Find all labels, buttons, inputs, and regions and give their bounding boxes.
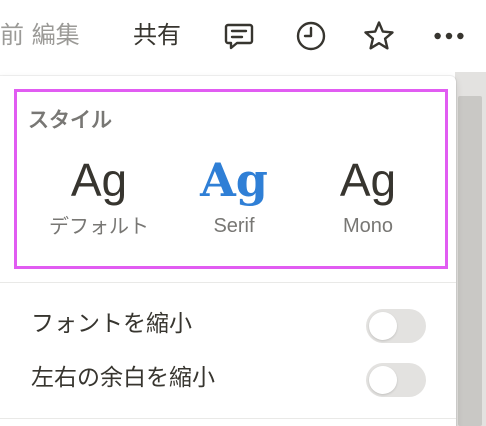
toggle-knob (369, 312, 397, 340)
style-popover: スタイル Ag デフォルト Ag Serif Ag Mono フォントを縮小 左… (0, 76, 456, 426)
style-section: スタイル Ag デフォルト Ag Serif Ag Mono (14, 89, 448, 269)
topbar: 前 編集 共有 (0, 0, 486, 72)
toggle-knob (369, 366, 397, 394)
more-icon[interactable] (431, 18, 467, 54)
setting-row-small-text: フォントを縮小 (0, 298, 456, 350)
font-option-mono[interactable]: Ag Mono (298, 152, 438, 262)
section-divider (0, 282, 456, 283)
more-icon-graphic (434, 32, 464, 40)
font-sample-serif: Ag (200, 153, 268, 207)
clock-icon[interactable] (293, 18, 329, 54)
setting-label-full-width: 左右の余白を縮小 (31, 365, 215, 391)
comment-icon[interactable] (221, 18, 257, 54)
style-section-title: スタイル (28, 108, 112, 132)
setting-row-full-width: 左右の余白を縮小 (0, 352, 456, 404)
font-label-mono: Mono (342, 215, 394, 237)
clock-icon-graphic (296, 21, 326, 51)
font-sample-default: Ag (70, 154, 128, 206)
viewport: 前 編集 共有 スタイル Ag デフォルト Ag Serif Ag Mono フ… (0, 0, 486, 426)
font-label-serif: Serif (213, 215, 255, 237)
setting-label-small-text: フォントを縮小 (31, 311, 192, 337)
breadcrumb[interactable]: 前 編集 (0, 18, 80, 52)
font-option-default[interactable]: Ag デフォルト (29, 152, 169, 262)
font-label-default: デフォルト (49, 214, 149, 238)
share-button[interactable]: 共有 (133, 18, 181, 52)
section-divider-bottom (0, 418, 456, 419)
star-icon[interactable] (361, 18, 397, 54)
font-sample-mono: Ag (339, 154, 397, 206)
full-width-toggle[interactable] (366, 363, 426, 397)
comment-icon-graphic (224, 23, 254, 50)
scrollbar-thumb[interactable] (458, 96, 482, 426)
small-text-toggle[interactable] (366, 309, 426, 343)
star-icon-graphic (364, 21, 394, 50)
font-option-serif[interactable]: Ag Serif (164, 152, 304, 262)
